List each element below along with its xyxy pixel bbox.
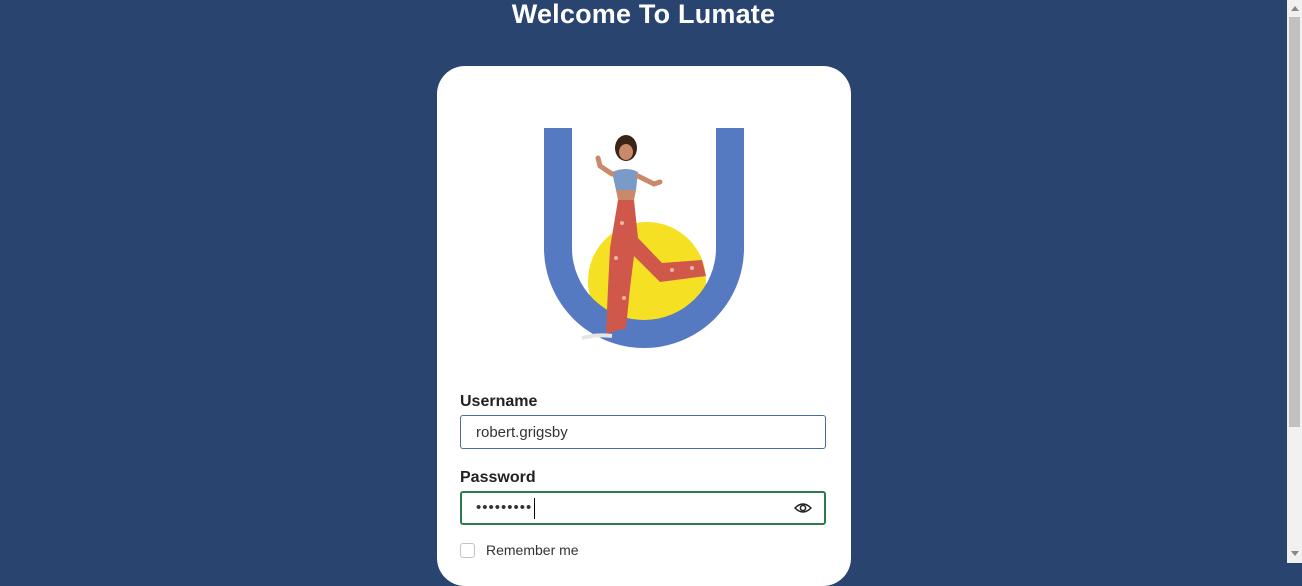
password-label: Password	[460, 469, 536, 486]
username-input[interactable]: robert.grigsby	[460, 415, 826, 449]
vertical-scrollbar[interactable]	[1287, 0, 1302, 563]
password-input[interactable]: •••••••••	[460, 491, 826, 525]
username-value: robert.grigsby	[476, 424, 568, 441]
text-caret	[534, 498, 535, 519]
page-title: Welcome To Lumate	[511, 0, 776, 29]
page-viewport: Welcome To Lumate Username robert.grigsb…	[0, 0, 1287, 586]
username-label: Username	[460, 393, 538, 410]
login-card: Username robert.grigsby Password •••••••…	[437, 66, 851, 586]
scrollbar-thumb[interactable]	[1289, 17, 1300, 427]
scroll-up-arrow-icon[interactable]	[1291, 6, 1299, 11]
remember-me-checkbox[interactable]	[460, 543, 475, 558]
eye-icon[interactable]	[794, 501, 812, 515]
scroll-down-arrow-icon[interactable]	[1291, 551, 1299, 556]
remember-me-label[interactable]: Remember me	[486, 542, 579, 558]
lumate-logo	[544, 128, 744, 348]
password-value: •••••••••	[476, 499, 533, 516]
